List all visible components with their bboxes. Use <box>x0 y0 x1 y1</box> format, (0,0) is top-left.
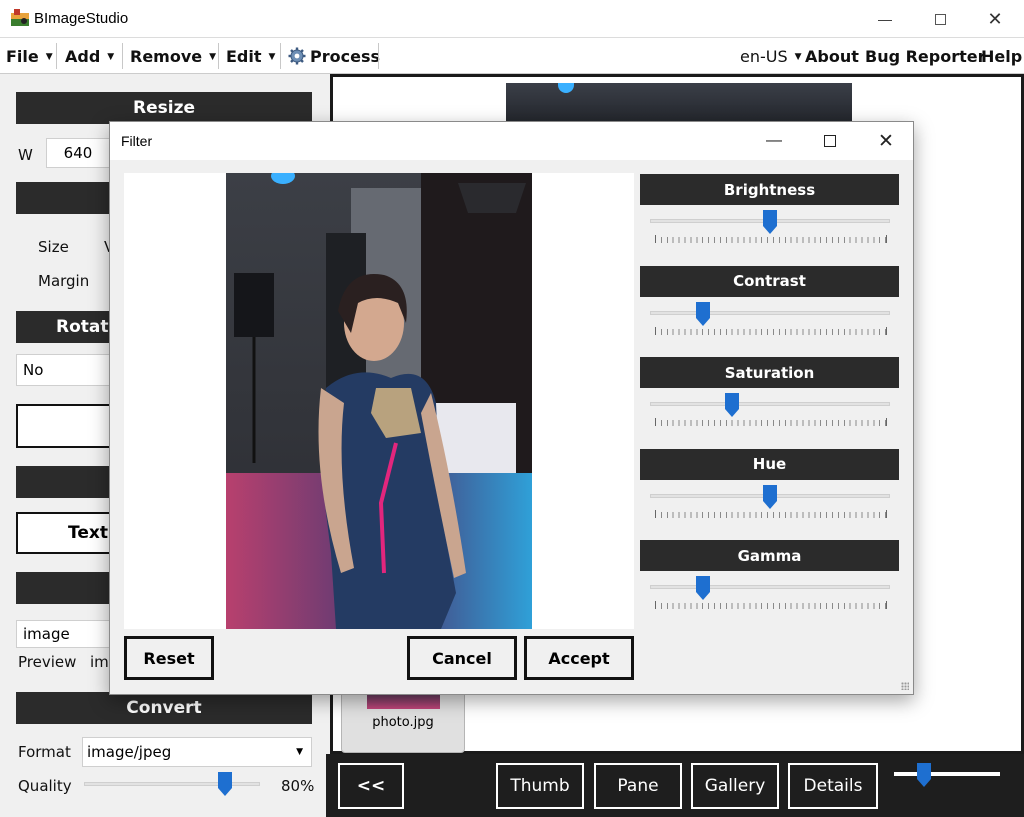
close-icon: ✕ <box>987 8 1003 29</box>
menu-add[interactable]: Add ▼ <box>59 38 120 74</box>
chevron-down-icon: ▼ <box>296 747 303 757</box>
dialog-minimize-button[interactable]: — <box>746 122 802 160</box>
menu-divider <box>378 43 379 69</box>
locale-label: en-US <box>740 46 788 66</box>
menu-edit-label: Edit <box>226 46 262 66</box>
hue-slider-ticks <box>655 509 887 518</box>
brightness-slider-thumb[interactable] <box>763 210 777 234</box>
menu-remove[interactable]: Remove ▼ <box>124 38 222 74</box>
hue-label: Hue <box>640 448 899 480</box>
width-label: W <box>18 146 33 164</box>
preview-label: Preview <box>18 653 77 671</box>
menu-bug-reporter[interactable]: Bug Reporter <box>859 38 992 74</box>
app-title: BImageStudio <box>34 10 129 27</box>
format-select[interactable]: image/jpeg ▼ <box>82 737 312 767</box>
view-gallery-button[interactable]: Gallery <box>691 763 779 809</box>
quality-slider-track[interactable] <box>84 782 260 786</box>
gamma-label: Gamma <box>640 540 899 571</box>
saturation-slider-ticks <box>655 418 887 426</box>
maximize-icon <box>934 13 946 25</box>
app-logo-icon <box>11 9 29 26</box>
menu-divider <box>56 43 57 69</box>
dialog-close-button[interactable]: ✕ <box>858 122 914 160</box>
chevron-down-icon: ▼ <box>107 52 115 62</box>
maximize-button[interactable] <box>917 0 963 38</box>
menu-file-label: File <box>6 46 39 66</box>
gamma-slider-thumb[interactable] <box>695 576 710 600</box>
dialog-maximize-button[interactable] <box>802 122 858 160</box>
menu-about[interactable]: About <box>799 38 865 74</box>
minimize-icon: — <box>766 132 782 149</box>
zoom-slider-thumb[interactable] <box>916 763 931 787</box>
saturation-slider-track[interactable] <box>650 402 890 406</box>
brightness-label: Brightness <box>640 174 899 205</box>
bottom-toolbar: << Thumb Pane Gallery Details <box>326 754 1024 817</box>
filter-preview-area <box>124 173 634 629</box>
quality-slider-thumb[interactable] <box>217 772 232 796</box>
maximize-icon <box>824 135 836 147</box>
gear-icon <box>288 47 306 65</box>
back-button[interactable]: << <box>338 763 404 809</box>
chevron-down-icon: ▼ <box>45 52 53 62</box>
menu-help[interactable]: Help <box>975 38 1024 74</box>
locale-dropdown[interactable]: en-US ▼ <box>734 38 808 74</box>
reset-button[interactable]: Reset <box>124 636 214 680</box>
dialog-title-bar: Filter — ✕ <box>110 122 913 160</box>
margin-label: Margin <box>38 272 90 290</box>
format-value: image/jpeg <box>87 743 172 761</box>
resize-grip-icon[interactable] <box>901 682 909 690</box>
main-image-preview <box>506 83 852 123</box>
convert-header: Convert <box>16 692 312 724</box>
menu-process[interactable]: Process <box>282 38 386 74</box>
saturation-slider-thumb[interactable] <box>724 393 739 417</box>
title-bar: BImageStudio — ✕ <box>0 0 1024 38</box>
filter-dialog: Filter — ✕ Brightness Contrast Saturatio… <box>109 121 914 695</box>
filter-preview-image <box>226 173 532 629</box>
contrast-slider-ticks <box>655 326 887 335</box>
gamma-slider-ticks <box>655 601 887 609</box>
menu-divider <box>280 43 281 69</box>
contrast-label: Contrast <box>640 265 899 297</box>
gamma-slider-track[interactable] <box>650 585 890 589</box>
menu-bar: File ▼ Add ▼ Remove ▼ Edit ▼ Process en-US ▼ … <box>0 38 1024 74</box>
zoom-slider-track[interactable] <box>894 772 1000 776</box>
menu-add-label: Add <box>65 46 101 66</box>
contrast-slider-thumb[interactable] <box>695 301 710 326</box>
resize-header: Resize <box>16 92 312 124</box>
minimize-button[interactable]: — <box>862 0 908 38</box>
close-button[interactable]: ✕ <box>972 0 1018 38</box>
hue-slider-thumb[interactable] <box>763 484 777 509</box>
accept-button[interactable]: Accept <box>524 636 634 680</box>
thumbnail-filename: photo.jpg <box>372 715 434 730</box>
quality-label: Quality <box>18 777 72 795</box>
close-icon: ✕ <box>878 130 894 152</box>
minimize-icon: — <box>878 11 892 27</box>
menu-process-label: Process <box>310 46 380 66</box>
menu-divider <box>122 43 123 69</box>
brightness-slider-ticks <box>655 235 887 243</box>
width-input[interactable]: 640 <box>46 138 110 168</box>
menu-edit[interactable]: Edit ▼ <box>220 38 281 74</box>
view-details-button[interactable]: Details <box>788 763 878 809</box>
chandelier-light <box>558 83 574 93</box>
view-pane-button[interactable]: Pane <box>594 763 682 809</box>
format-label: Format <box>18 743 71 761</box>
quality-value: 80% <box>281 777 315 795</box>
dialog-title: Filter <box>121 133 153 149</box>
contrast-slider-track[interactable] <box>650 310 890 315</box>
view-thumb-button[interactable]: Thumb <box>496 763 584 809</box>
menu-file[interactable]: File ▼ <box>0 38 59 74</box>
menu-divider <box>218 43 219 69</box>
cancel-button[interactable]: Cancel <box>407 636 517 680</box>
chevron-down-icon: ▼ <box>268 52 276 62</box>
size-label: Size <box>38 238 69 256</box>
saturation-label: Saturation <box>640 357 899 388</box>
menu-remove-label: Remove <box>130 46 203 66</box>
chevron-down-icon: ▼ <box>209 52 217 62</box>
